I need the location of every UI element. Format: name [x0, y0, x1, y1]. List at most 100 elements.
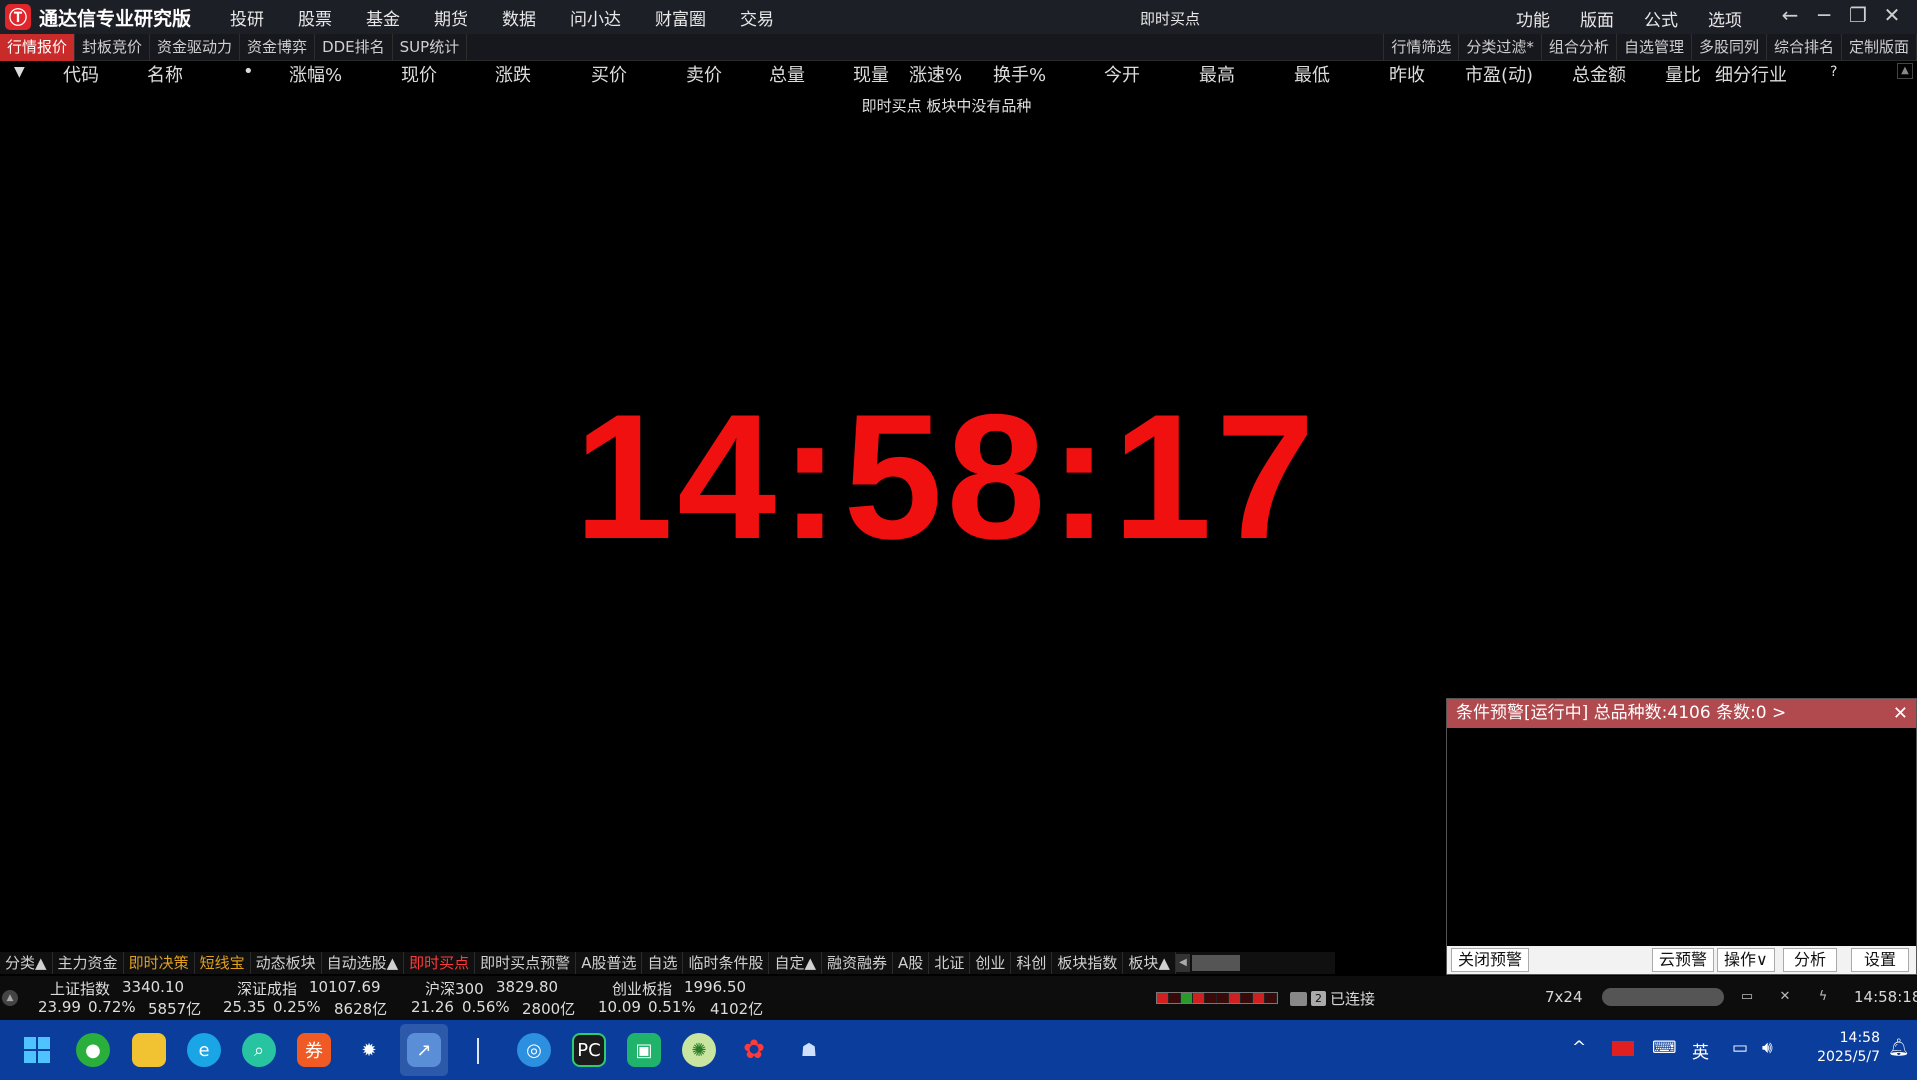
menu-layout[interactable]: 版面: [1565, 6, 1629, 31]
tab-limit-auction[interactable]: 封板竞价: [75, 34, 151, 61]
col-dot[interactable]: •: [243, 61, 254, 82]
volume-icon[interactable]: 🔊︎: [1762, 1038, 1773, 1058]
menu-ask[interactable]: 问小达: [553, 5, 638, 30]
connection-status[interactable]: 2 已连接: [1290, 988, 1375, 1009]
search-app-icon[interactable]: ⌕: [242, 1033, 276, 1067]
file-explorer-icon[interactable]: [132, 1033, 166, 1067]
tab-portfolio-analysis[interactable]: 组合分析: [1542, 34, 1617, 61]
settings-button[interactable]: 设置: [1851, 948, 1909, 972]
cat-a-share[interactable]: A股: [893, 952, 930, 974]
minimize-icon[interactable]: ─: [1807, 3, 1841, 27]
col-code[interactable]: 代码: [63, 61, 99, 87]
menu-formula[interactable]: 公式: [1629, 6, 1693, 31]
col-change[interactable]: 涨跌: [495, 61, 531, 87]
cat-star[interactable]: 科创: [1011, 952, 1053, 974]
tabs-scrollbar[interactable]: [1191, 955, 1240, 971]
tab-quotes[interactable]: 行情报价: [0, 34, 76, 61]
tab-fund-game[interactable]: 资金博弈: [240, 34, 316, 61]
alert-header-text[interactable]: 条件预警[运行中] 总品种数:4106 条数:0 >: [1456, 703, 1786, 723]
tab-dde-rank[interactable]: DDE排名: [315, 34, 393, 61]
browser-app-icon[interactable]: ◎: [517, 1033, 551, 1067]
taskbar-clock[interactable]: 14:58 2025/5/7: [1800, 1029, 1880, 1067]
cat-classify[interactable]: 分类▲: [0, 952, 53, 974]
col-name[interactable]: 名称: [147, 61, 183, 87]
cat-instant-buy-alert[interactable]: 即时买点预警: [475, 952, 577, 974]
cat-main-fund[interactable]: 主力资金: [53, 952, 124, 974]
col-volume[interactable]: 总量: [769, 61, 805, 87]
cat-auto-pick[interactable]: 自动选股▲: [322, 952, 405, 974]
close-icon[interactable]: ✕: [1875, 3, 1909, 27]
settings-app-icon[interactable]: ✹: [352, 1033, 386, 1067]
back-arrow-icon[interactable]: ←: [1773, 3, 1807, 27]
close-alert-button[interactable]: 关闭预警: [1451, 948, 1530, 972]
tab-category-filter[interactable]: 分类过滤*: [1459, 34, 1542, 61]
col-turnover-pct[interactable]: 换手%: [993, 61, 1046, 87]
cat-a-share-select[interactable]: A股普选: [576, 952, 643, 974]
windows-start-icon[interactable]: [20, 1033, 54, 1067]
menu-futures[interactable]: 期货: [417, 5, 485, 30]
app-ring-icon[interactable]: ✺: [682, 1033, 716, 1067]
index-name[interactable]: 深证成指: [237, 978, 297, 999]
cat-margin[interactable]: 融资融券: [822, 952, 894, 974]
wechat-icon[interactable]: ●: [76, 1033, 110, 1067]
app-hat-icon[interactable]: ☗: [792, 1033, 826, 1067]
cloud-alert-button[interactable]: 云预警: [1652, 948, 1715, 972]
col-change-pct[interactable]: 涨幅%: [289, 61, 342, 87]
analyze-button[interactable]: 分析: [1783, 948, 1837, 972]
cat-short-line[interactable]: 短线宝: [195, 952, 251, 974]
tab-custom-layout[interactable]: 定制版面: [1842, 34, 1917, 61]
col-ask[interactable]: 卖价: [686, 61, 722, 87]
ime-indicator[interactable]: 英: [1692, 1038, 1709, 1063]
securities-app-icon[interactable]: 券: [297, 1033, 331, 1067]
network-icon[interactable]: ▭: [1732, 1038, 1748, 1058]
cat-bse[interactable]: 北证: [929, 952, 971, 974]
tab-quote-filter[interactable]: 行情筛选: [1384, 34, 1460, 61]
app-green-icon[interactable]: ▣: [627, 1033, 661, 1067]
col-high[interactable]: 最高: [1199, 61, 1235, 87]
keyboard-icon[interactable]: ⌨: [1652, 1038, 1677, 1058]
col-last-volume[interactable]: 现量: [853, 61, 889, 87]
menu-funds[interactable]: 基金: [349, 5, 417, 30]
operate-button[interactable]: 操作∨: [1717, 948, 1775, 972]
menu-function[interactable]: 功能: [1501, 6, 1565, 31]
tray-expand-icon[interactable]: ^: [1572, 1038, 1586, 1058]
restore-icon[interactable]: ❐: [1841, 3, 1875, 27]
col-bid[interactable]: 买价: [591, 61, 627, 87]
col-speed-pct[interactable]: 涨速%: [909, 61, 962, 87]
tab-multi-stock[interactable]: 多股同列: [1692, 34, 1767, 61]
menu-options[interactable]: 选项: [1693, 6, 1757, 31]
tab-watchlist-manage[interactable]: 自选管理: [1617, 34, 1692, 61]
col-volume-ratio[interactable]: 量比: [1665, 61, 1701, 87]
cat-instant-buy[interactable]: 即时买点: [404, 952, 476, 974]
col-prev-close[interactable]: 昨收: [1389, 61, 1425, 87]
menu-trade[interactable]: 交易: [723, 5, 791, 30]
message-icon[interactable]: ▭: [1738, 988, 1756, 1006]
col-amount[interactable]: 总金额: [1572, 61, 1626, 87]
cat-watchlist[interactable]: 自选: [642, 952, 684, 974]
lightning-icon[interactable]: ϟ: [1814, 988, 1832, 1006]
col-low[interactable]: 最低: [1294, 61, 1330, 87]
notification-icon[interactable]: 🔔︎: [1888, 1038, 1910, 1058]
menu-data[interactable]: 数据: [485, 5, 553, 30]
scroll-up-icon[interactable]: ▲: [1897, 63, 1913, 79]
edge-icon[interactable]: e: [187, 1033, 221, 1067]
ticker-toggle-icon[interactable]: ▲: [2, 990, 18, 1006]
camera-icon[interactable]: [1290, 991, 1307, 1006]
tab-fund-drive[interactable]: 资金驱动力: [150, 34, 241, 61]
mute-icon[interactable]: ✕: [1776, 988, 1794, 1006]
column-menu-icon[interactable]: ▼: [14, 64, 25, 80]
index-name[interactable]: 沪深300: [425, 978, 484, 999]
col-industry[interactable]: 细分行业: [1715, 61, 1787, 87]
menu-stocks[interactable]: 股票: [281, 5, 349, 30]
col-open[interactable]: 今开: [1104, 61, 1140, 87]
cat-dynamic-sector[interactable]: 动态板块: [251, 952, 322, 974]
col-pe[interactable]: 市盈(动): [1465, 61, 1533, 87]
cat-temp-condition[interactable]: 临时条件股: [683, 952, 770, 974]
index-name[interactable]: 创业板指: [612, 978, 672, 999]
tab-overall-rank[interactable]: 综合排名: [1767, 34, 1842, 61]
cat-custom[interactable]: 自定▲: [769, 952, 823, 974]
menu-research[interactable]: 投研: [213, 5, 281, 30]
status-search-input[interactable]: [1602, 988, 1724, 1006]
cat-instant-decision[interactable]: 即时决策: [124, 952, 195, 974]
col-price[interactable]: 现价: [401, 61, 437, 87]
